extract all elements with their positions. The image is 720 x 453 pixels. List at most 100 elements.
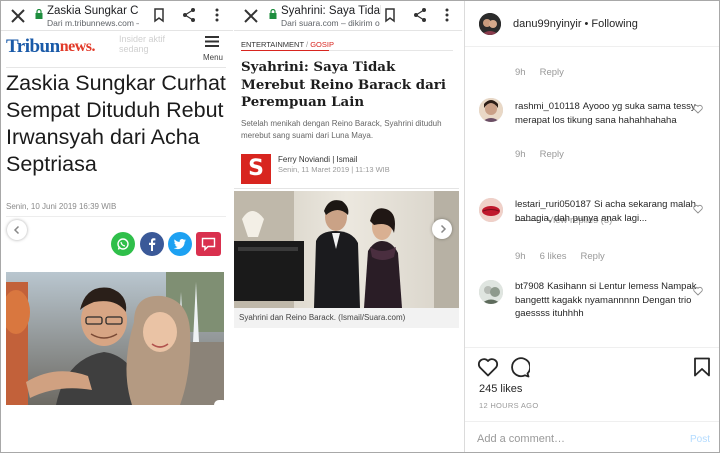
heart-icon[interactable] <box>477 357 499 377</box>
tab-url: Dari suara.com – dikirim o <box>281 18 380 28</box>
follow-status[interactable]: Following <box>591 18 637 30</box>
article-date: Senin, 10 Juni 2019 16:39 WIB <box>6 202 117 211</box>
twitter-icon <box>173 239 186 250</box>
logo-text-tribun: Tribun <box>6 36 60 57</box>
close-icon[interactable] <box>9 7 27 25</box>
post-comment-button[interactable]: Post <box>690 434 710 445</box>
article-photo <box>234 191 459 308</box>
browser-tab-bar: Zaskia Sungkar C... Dari m.tribunnews.co… <box>1 1 233 31</box>
comment-username[interactable]: lestari_ruri050187 <box>515 199 591 210</box>
add-comment-bar: Post <box>465 421 719 452</box>
comment-icon[interactable] <box>508 356 530 378</box>
share-icon[interactable] <box>181 7 197 23</box>
hamburger-icon <box>205 36 219 47</box>
photo-caption: Syahrini dan Reino Barack. (Ismail/Suara… <box>239 313 406 322</box>
avatar[interactable] <box>479 98 503 122</box>
subcategory-link[interactable]: GOSIP <box>310 40 334 49</box>
article-date: Senin, 11 Maret 2019 | 11:13 WIB <box>278 165 390 174</box>
couple-photo-image <box>6 272 224 405</box>
comment-meta: 9h 6 likes Reply <box>515 251 605 262</box>
instagram-post-panel: danu99nyinyir • Following 9h Reply rashmi_0… <box>464 1 719 452</box>
post-header: danu99nyinyir • Following <box>465 1 719 47</box>
profile-picture <box>479 198 503 222</box>
suara-screenshot: Syahrini: Saya Tidak... Dari suara.com –… <box>234 1 462 452</box>
comment-bubble-icon <box>201 237 216 251</box>
comment-username[interactable]: bt7908 <box>515 281 544 292</box>
comment-share-button[interactable] <box>196 232 221 256</box>
scroll-indicator <box>214 400 228 410</box>
heart-icon[interactable] <box>693 204 703 214</box>
avatar[interactable] <box>479 280 503 304</box>
comment-input[interactable] <box>477 431 667 447</box>
close-icon[interactable] <box>242 7 260 25</box>
profile-picture <box>479 98 503 122</box>
profile-picture <box>479 280 503 304</box>
heart-icon[interactable] <box>693 104 703 114</box>
scroll-right-button[interactable] <box>432 219 452 239</box>
publisher-logo: S <box>241 154 271 184</box>
photo-caption-bar: Syahrini dan Reino Barack. (Ismail/Suara… <box>234 308 459 328</box>
comment: rashmi_010118 Ayooo yg suka sama tessy me… <box>515 100 701 127</box>
whatsapp-icon <box>117 238 129 250</box>
post-actions: 245 likes 12 HOURS AGO <box>465 347 719 410</box>
comment: bt7908 Kasihann si Lentur lemess Nampak b… <box>515 280 701 321</box>
facebook-share-button[interactable] <box>140 232 164 256</box>
screenshot-frame: Zaskia Sungkar C... Dari m.tribunnews.co… <box>0 0 720 453</box>
divider <box>329 50 453 51</box>
article-lead: Setelah menikah dengan Reino Barack, Sya… <box>241 119 442 140</box>
bookmark-icon[interactable] <box>382 7 398 23</box>
category-underline <box>241 50 329 51</box>
comment: lestari_ruri050187 Si acha sekarang malah… <box>515 198 701 225</box>
article-photo <box>6 272 224 405</box>
faded-overlay-text: Insider aktif sedang <box>119 34 166 54</box>
chevron-left-icon <box>13 225 20 235</box>
lock-icon <box>269 9 277 19</box>
comment-meta: 9h Reply <box>515 149 564 160</box>
menu-label: Menu <box>202 53 223 62</box>
heart-icon[interactable] <box>693 286 703 296</box>
chevron-right-icon <box>440 224 447 234</box>
logo-text-news: news. <box>59 38 96 55</box>
comment-time: 9h <box>515 149 526 160</box>
divider <box>234 188 459 189</box>
comment-username[interactable]: rashmi_010118 <box>515 101 580 112</box>
article-author: Ferry Noviandi | Ismail <box>278 155 358 164</box>
more-options-icon[interactable] <box>439 7 455 23</box>
divider <box>6 216 226 217</box>
post-author: danu99nyinyir • Following <box>513 18 638 30</box>
comment-time: 9h <box>515 67 526 78</box>
twitter-share-button[interactable] <box>168 232 192 256</box>
tab-title: Zaskia Sungkar C... <box>47 5 139 17</box>
comments-list: 9h Reply rashmi_010118 Ayooo yg suka sama … <box>465 48 719 346</box>
menu-button[interactable]: Menu <box>198 35 228 65</box>
divider <box>6 67 226 68</box>
reply-button[interactable]: Reply <box>540 149 564 160</box>
bookmark-icon[interactable] <box>151 7 167 23</box>
category-breadcrumb: ENTERTAINMENT / GOSIP <box>241 40 334 49</box>
couple-photo-image <box>234 191 459 308</box>
bookmark-icon[interactable] <box>693 357 711 377</box>
more-options-icon[interactable] <box>209 7 225 23</box>
tab-url: Dari m.tribunnews.com – d <box>47 18 139 28</box>
avatar[interactable] <box>479 13 501 35</box>
share-icon[interactable] <box>412 7 428 23</box>
comment-likes[interactable]: 6 likes <box>540 251 567 262</box>
article-headline: Zaskia Sungkar Curhat Sempat Dituduh Reb… <box>6 71 226 176</box>
avatar[interactable] <box>479 198 503 222</box>
profile-picture <box>479 13 501 35</box>
whatsapp-share-button[interactable] <box>111 232 135 256</box>
browser-tab-bar: Syahrini: Saya Tidak... Dari suara.com –… <box>234 1 462 31</box>
article-headline: Syahrini: Saya Tidak Merebut Reino Barac… <box>241 59 446 110</box>
facebook-icon <box>149 238 156 251</box>
like-count[interactable]: 245 likes <box>479 383 522 395</box>
post-author-username[interactable]: danu99nyinyir <box>513 18 582 30</box>
tab-title: Syahrini: Saya Tidak... <box>281 5 381 17</box>
scroll-left-button[interactable] <box>7 220 27 240</box>
post-timestamp: 12 HOURS AGO <box>479 401 539 410</box>
comment-time: 9h <box>515 251 526 262</box>
reply-button[interactable]: Reply <box>540 67 564 78</box>
reply-button[interactable]: Reply <box>581 251 605 262</box>
category-link[interactable]: ENTERTAINMENT <box>241 40 304 49</box>
tribunnews-logo[interactable]: Tribun news. <box>6 36 95 58</box>
lock-icon <box>35 9 43 19</box>
